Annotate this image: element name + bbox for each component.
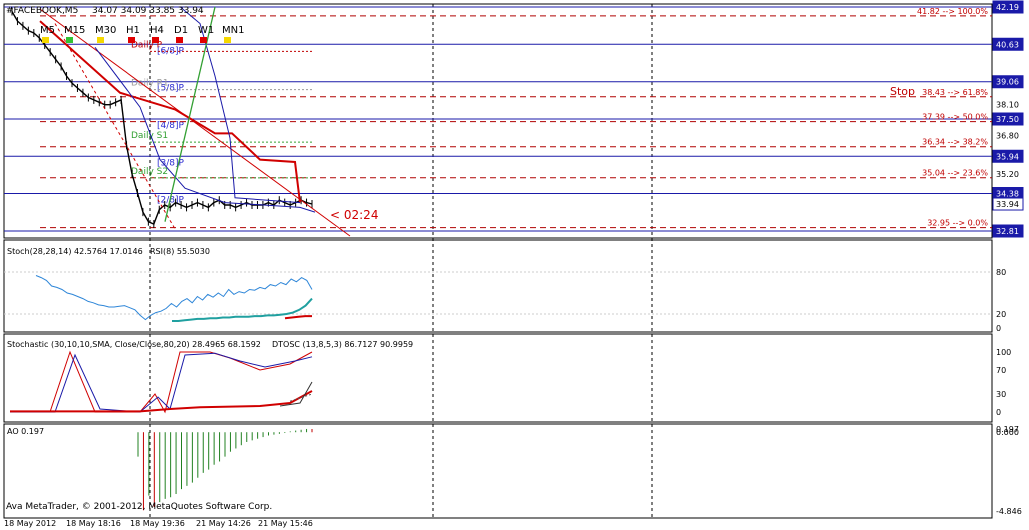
timeframe-label: W1 [198, 25, 214, 36]
price-box-label: 42.19 [996, 3, 1019, 12]
timeframe-swatch [224, 37, 231, 43]
time-axis: 18 May 2012 18 May 18:16 18 May 19:36 21 Ma… [4, 519, 313, 528]
stoch-label: Stoch(28,28,14) 42.5764 17.0146 [7, 247, 143, 256]
timeframe-swatch [42, 37, 49, 43]
ohlc-header: 34.07 34.09 33.85 33.94 [92, 6, 204, 16]
dtosc-tick: 0 [996, 408, 1001, 417]
pivot-label: Daily S2 [131, 167, 168, 177]
timeframe-swatch [176, 37, 183, 43]
timeframe-swatch [97, 37, 104, 43]
dtosc-label: DTOSC (13,8,5,3) 86.7127 90.9959 [272, 340, 413, 349]
timeframe-swatch [200, 37, 207, 43]
timeframe-label: M30 [95, 25, 116, 36]
rsi-label: RSI(8) 55.5030 [150, 247, 210, 256]
timeframe-label: D1 [174, 25, 188, 36]
timeframe-label: H4 [150, 25, 164, 36]
fibo-label: 35.04 --> 23.6% [922, 169, 988, 178]
time-label: 21 May 14:26 [196, 519, 251, 528]
copyright-label: Ava MetaTrader, © 2001-2012, MetaQuotes … [6, 502, 272, 512]
price-axis: 38.10 37.50 36.80 35.94 35.20 34.3833.94 32.81… [992, 0, 1024, 238]
fibo-label: 37.39 --> 50.0% [922, 113, 988, 122]
stoch-tick: 0 [996, 324, 1001, 333]
price-box-label: 35.94 [996, 152, 1019, 161]
price-tick: 38.10 [996, 101, 1019, 110]
fibo-label: 36.34 --> 38.2% [922, 138, 988, 147]
time-label: 18 May 18:16 [66, 519, 121, 528]
dtosc-tick: 30 [996, 390, 1006, 399]
price-box-label: 34.38 [996, 190, 1019, 199]
timeframe-swatch [152, 37, 159, 43]
dtosc-stoch-label: Stochastic (30,10,10,SMA, Close/Close,80… [7, 340, 261, 349]
price-box-label: 33.94 [996, 200, 1019, 209]
stoch-tick: 80 [996, 268, 1006, 277]
fibo-label: 41.82 --> 100.0% [917, 7, 988, 16]
time-label: 21 May 15:46 [258, 519, 313, 528]
ao-tick: 0.000 [996, 428, 1019, 437]
price-box-label: 40.63 [996, 40, 1019, 49]
price-box-label: 37.50 [996, 115, 1019, 124]
stoch-tick: 20 [996, 310, 1006, 319]
price-box-label: 32.81 [996, 227, 1019, 236]
timeframe-label: MN1 [222, 25, 244, 36]
price-tick: 36.80 [996, 132, 1019, 141]
fibo-label: 32.95 --> 0.0% [927, 219, 988, 228]
countdown-label: < 02:24 [330, 208, 378, 222]
timeframe-swatch [66, 37, 73, 43]
timeframe-label: H1 [126, 25, 140, 36]
ao-label: AO 0.197 [7, 427, 44, 436]
timeframe-label: M5 [40, 25, 55, 36]
stop-label: Stop [890, 85, 915, 98]
price-box-label: 39.06 [996, 78, 1019, 87]
chart-title: #FACEBOOK,M5 [6, 6, 78, 16]
price-tick: 35.20 [996, 170, 1019, 179]
time-label: 18 May 19:36 [130, 519, 185, 528]
ao-tick: -4.846 [996, 507, 1022, 516]
fibo-label: 38.43 --> 61.8% [922, 88, 988, 97]
dtosc-tick: 100 [996, 348, 1011, 357]
time-label: 18 May 2012 [4, 519, 56, 528]
trading-chart[interactable]: [6/8]P[5/8]P[4/8]P[3/8]P[2/8]P41.82 --> … [0, 0, 1029, 530]
murrey-label: [4/8]P [157, 121, 185, 131]
timeframe-swatch [128, 37, 135, 43]
dtosc-tick: 70 [996, 366, 1006, 375]
timeframe-label: M15 [64, 25, 85, 36]
